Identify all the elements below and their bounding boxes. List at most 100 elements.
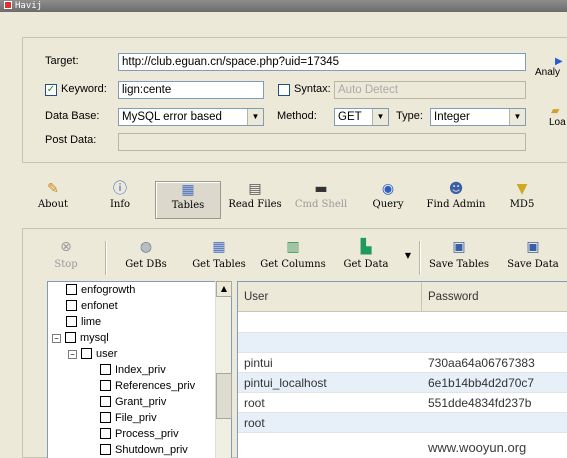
database-label: Data Base: — [45, 110, 100, 122]
query-button[interactable]: ◉ Query — [368, 177, 408, 217]
table-row[interactable]: pintui 730aa64a06767383 — [238, 353, 567, 373]
postdata-input[interactable] — [118, 133, 526, 151]
collapse-icon[interactable]: − — [68, 350, 77, 359]
tables-icon: ▦ — [181, 182, 195, 198]
checkbox[interactable] — [100, 444, 111, 455]
keyword-input[interactable]: lign:cente — [118, 81, 264, 99]
cmd-shell-button[interactable]: ▬ Cmd Shell — [292, 177, 350, 217]
md5-button[interactable]: ▼ MD5 — [504, 177, 540, 217]
checkbox[interactable] — [66, 300, 77, 311]
read-files-button[interactable]: ▤ Read Files — [224, 177, 286, 217]
chevron-down-icon[interactable]: ▼ — [247, 109, 263, 125]
data-icon: ▙ — [360, 239, 372, 255]
save-tables-label: Save Tables — [428, 259, 490, 270]
collapse-icon[interactable]: − — [52, 334, 61, 343]
postdata-label: Post Data: — [45, 134, 97, 146]
query-label: Query — [372, 199, 404, 210]
column-header-user[interactable]: User — [238, 282, 422, 312]
load-label: Loa — [549, 117, 566, 128]
get-columns-button[interactable]: ▥ Get Columns — [259, 239, 327, 270]
keyword-label: Keyword: — [61, 83, 107, 95]
get-dbs-label: Get DBs — [125, 259, 167, 270]
database-tree[interactable]: enfogrowth enfonet lime − mysql − user Ind… — [47, 281, 232, 458]
info-label: Info — [109, 199, 131, 210]
type-label: Type: — [396, 110, 423, 122]
scroll-up-icon[interactable]: ▲ — [216, 281, 232, 297]
tables-toolbar: ⊗ Stop ◍ Get DBs ▦ Get Tables ▥ Get Colu… — [23, 237, 567, 277]
table-row[interactable] — [238, 313, 567, 333]
toolbar-separator — [105, 241, 107, 275]
type-select[interactable]: Integer ▼ — [430, 108, 526, 126]
column-header-password[interactable]: Password — [422, 282, 567, 312]
grid-header: User Password — [238, 282, 567, 312]
tree-item[interactable]: Grant_priv — [100, 394, 166, 410]
analyze-label: Analy — [535, 67, 561, 78]
checkbox[interactable] — [100, 364, 111, 375]
cmd-shell-label: Cmd Shell — [294, 199, 348, 210]
database-select-value: MySQL error based — [122, 111, 222, 123]
find-admin-button[interactable]: ☻ Find Admin — [424, 177, 488, 217]
tree-item[interactable]: Process_priv — [100, 426, 179, 442]
tables-panel: ⊗ Stop ◍ Get DBs ▦ Get Tables ▥ Get Colu… — [22, 228, 567, 458]
target-input[interactable]: http://club.eguan.cn/space.php?uid=17345 — [118, 53, 526, 71]
checkbox[interactable] — [81, 348, 92, 359]
database-select[interactable]: MySQL error based ▼ — [118, 108, 264, 126]
tree-item[interactable]: enfonet — [66, 298, 118, 314]
tree-item[interactable]: lime — [66, 314, 101, 330]
get-tables-button[interactable]: ▦ Get Tables — [188, 239, 250, 270]
stop-button[interactable]: ⊗ Stop — [51, 239, 81, 270]
data-grid[interactable]: User Password pintui 730aa64a06767383 pin… — [237, 281, 567, 458]
info-icon: ⓘ — [113, 181, 127, 197]
table-row[interactable]: root — [238, 413, 567, 433]
tree-item[interactable]: Shutdown_priv — [100, 442, 188, 458]
checkbox[interactable] — [65, 332, 76, 343]
load-button[interactable]: ▰ Loa — [545, 104, 566, 128]
tree-item[interactable]: References_priv — [100, 378, 195, 394]
checkbox[interactable] — [100, 428, 111, 439]
table-row[interactable]: root 551dde4834fd237b — [238, 393, 567, 413]
syntax-checkbox[interactable] — [278, 84, 290, 96]
tree-item[interactable]: enfogrowth — [66, 282, 135, 298]
save-tables-button[interactable]: ▣ Save Tables — [425, 239, 493, 270]
checkbox[interactable] — [100, 380, 111, 391]
checkbox[interactable] — [100, 396, 111, 407]
save-data-label: Save Data — [507, 259, 559, 270]
save-data-button[interactable]: ▣ Save Data — [504, 239, 562, 270]
get-dbs-button[interactable]: ◍ Get DBs — [123, 239, 169, 270]
tree-item[interactable]: − user — [68, 346, 117, 362]
database-icon: ◍ — [139, 239, 153, 255]
tree-scrollbar[interactable]: ▲ — [215, 281, 232, 458]
type-select-value: Integer — [434, 111, 470, 123]
get-columns-label: Get Columns — [260, 259, 326, 270]
tree-item[interactable]: File_priv — [100, 410, 157, 426]
watermark: www.wooyun.org — [428, 440, 527, 455]
target-panel: Target: http://club.eguan.cn/space.php?u… — [22, 37, 567, 163]
tree-item[interactable]: − mysql — [52, 330, 109, 346]
method-select[interactable]: GET ▼ — [334, 108, 389, 126]
chevron-down-icon[interactable]: ▼ — [509, 109, 525, 125]
chevron-down-icon[interactable]: ▼ — [372, 109, 388, 125]
get-data-button[interactable]: ▙ Get Data — [340, 239, 392, 270]
chevron-down-icon: ▼ — [404, 251, 412, 260]
get-data-dropdown[interactable]: ▼ — [403, 251, 413, 260]
scroll-thumb[interactable] — [216, 373, 232, 419]
keyword-checkbox[interactable]: ✓ — [45, 84, 57, 96]
main-toolbar: ✎ About ⓘ Info ▦ Tables ▤ Read Files ▬ C… — [22, 177, 567, 220]
play-icon: ▶ — [555, 56, 563, 67]
about-button[interactable]: ✎ About — [32, 177, 74, 217]
table-row[interactable]: pintui_localhost 6e1b14bb4d2d70c7 — [238, 373, 567, 393]
checkbox[interactable] — [66, 316, 77, 327]
table-row[interactable] — [238, 333, 567, 353]
tree-item[interactable]: Index_priv — [100, 362, 166, 378]
info-button[interactable]: ⓘ Info — [98, 177, 142, 217]
syntax-input[interactable]: Auto Detect — [334, 81, 526, 99]
analyze-button[interactable]: ▶ Analy — [533, 56, 563, 78]
checkbox[interactable] — [66, 284, 77, 295]
checkbox[interactable] — [100, 412, 111, 423]
syntax-label: Syntax: — [294, 83, 331, 95]
md5-label: MD5 — [509, 199, 535, 210]
columns-icon: ▥ — [286, 239, 300, 255]
tables-button[interactable]: ▦ Tables — [155, 181, 221, 219]
read-files-label: Read Files — [228, 199, 282, 210]
about-icon: ✎ — [47, 181, 59, 197]
